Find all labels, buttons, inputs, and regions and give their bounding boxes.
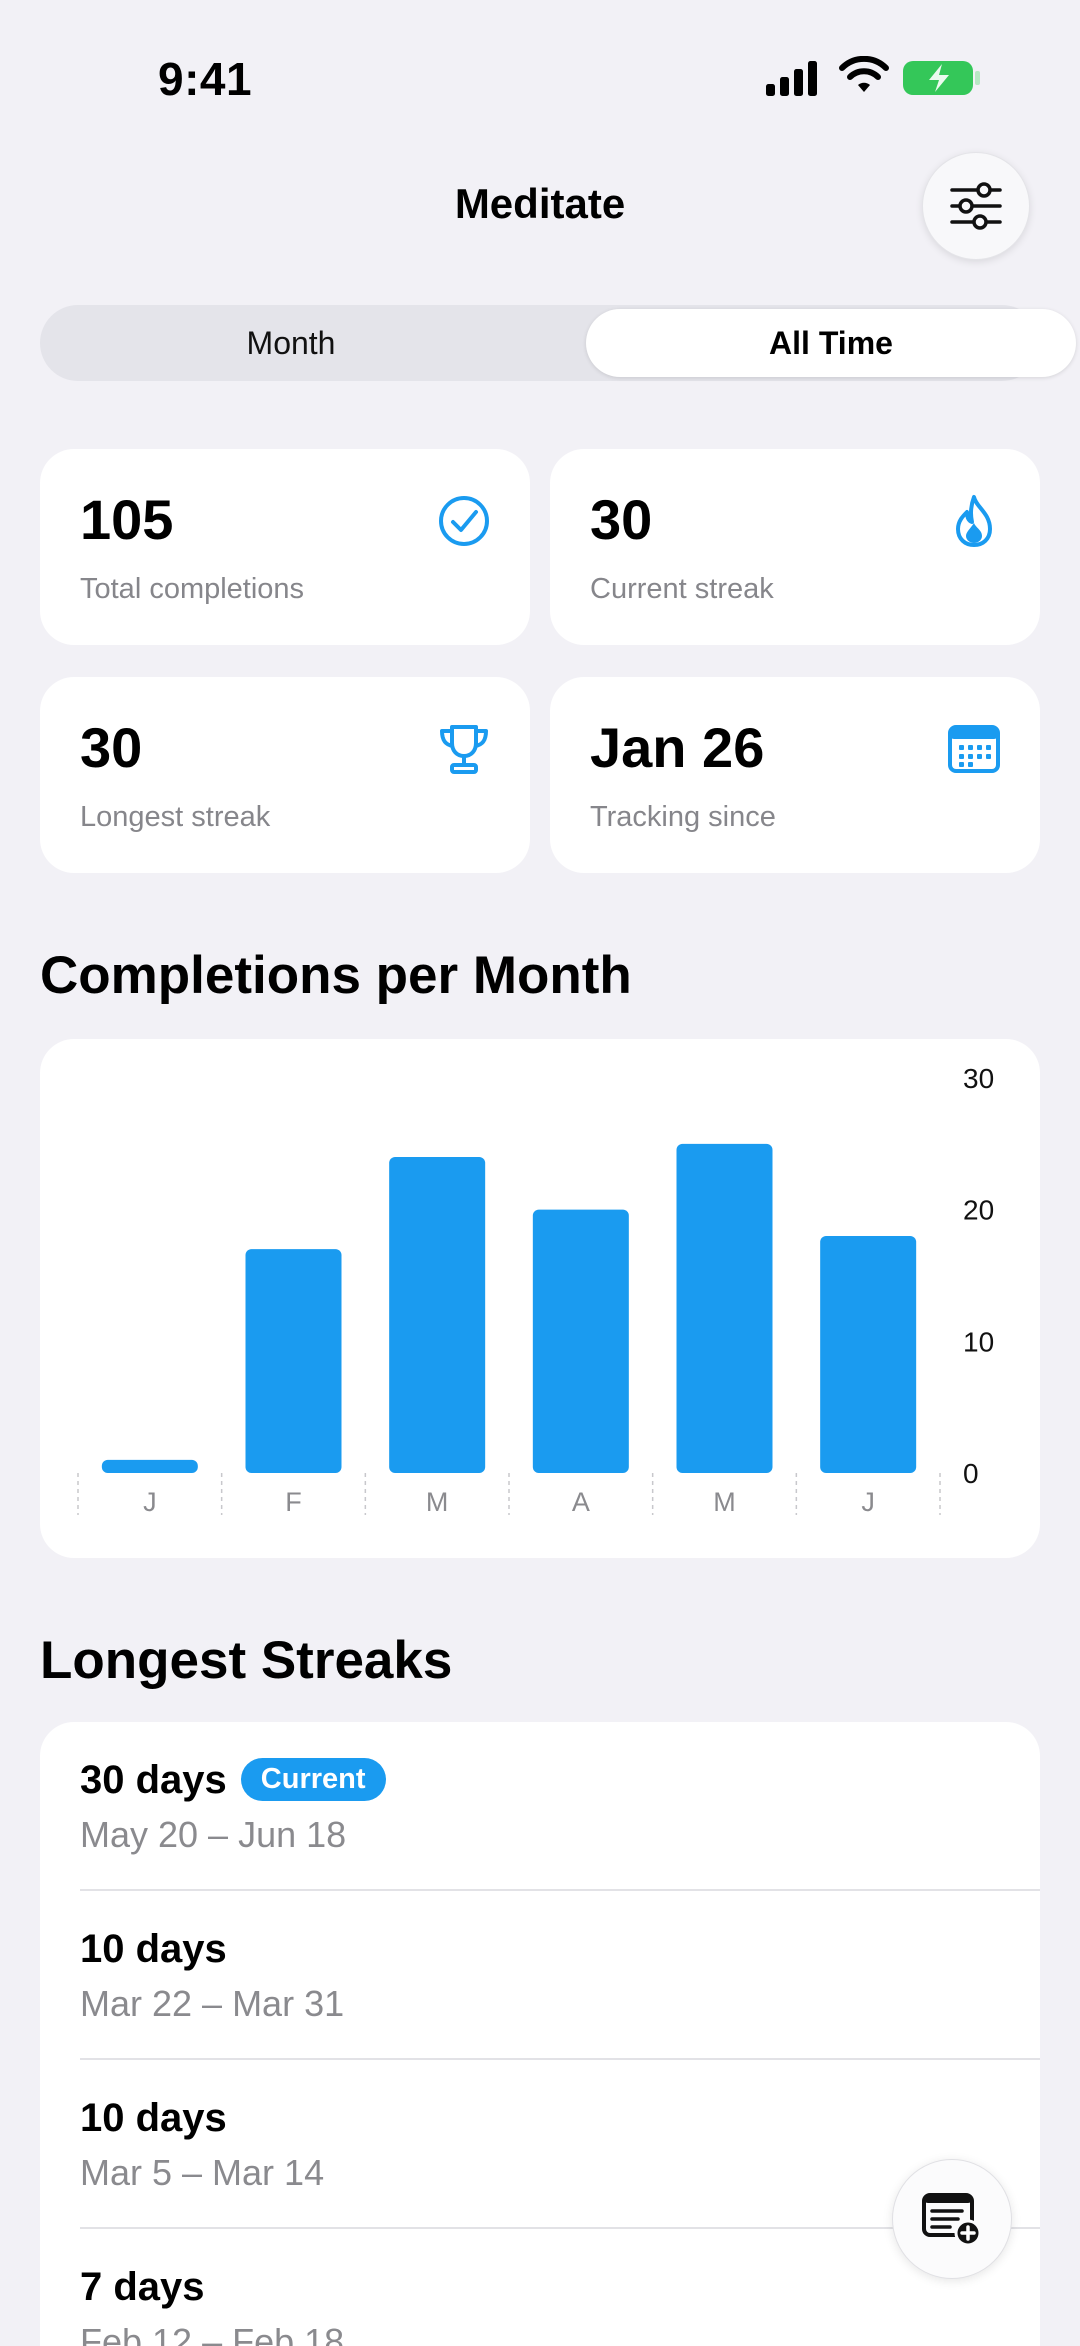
segment-month[interactable]: Month (44, 309, 538, 377)
y-tick-label: 30 (963, 1063, 994, 1094)
stat-label: Longest streak (80, 801, 271, 833)
streaks-section-title: Longest Streaks (40, 1631, 453, 1690)
chart-section-title: Completions per Month (40, 946, 632, 1005)
chart-bar[interactable] (676, 1143, 773, 1473)
sliders-icon (950, 182, 1002, 230)
chart-bar[interactable] (101, 1459, 198, 1473)
chart-bar[interactable] (245, 1249, 342, 1473)
wifi-icon (839, 56, 889, 92)
chart-bar[interactable] (820, 1236, 917, 1473)
checkmark-circle-icon (439, 496, 489, 546)
streaks-list: 30 days Current May 20 – Jun 18 10 days M… (40, 1722, 1040, 2346)
streak-days: 7 days (80, 2265, 205, 2309)
streak-range: May 20 – Jun 18 (80, 1814, 347, 1855)
stat-value: Jan 26 (590, 716, 765, 779)
page-title: Meditate (454, 180, 626, 227)
streak-days-text: 30 days (80, 1758, 227, 1802)
streak-row[interactable]: 10 days Mar 22 – Mar 31 (40, 1891, 1040, 2060)
x-tick-label: A (572, 1487, 590, 1517)
cellular-signal-icon (766, 61, 817, 96)
add-note-button[interactable] (892, 2159, 1012, 2279)
trophy-icon (440, 725, 488, 774)
streak-row[interactable]: 7 days Feb 12 – Feb 18 (40, 2229, 1040, 2346)
streak-range: Mar 22 – Mar 31 (80, 1983, 345, 2024)
x-tick-label: M (426, 1487, 449, 1517)
x-tick-label: F (285, 1487, 302, 1517)
y-tick-label: 0 (963, 1458, 979, 1489)
stat-value: 30 (590, 488, 653, 551)
add-note-icon (922, 2193, 982, 2247)
flame-icon (956, 495, 992, 547)
completions-bar-chart: J F M A M J 0 10 20 30 (77, 1063, 994, 1517)
stat-label: Total completions (80, 573, 305, 605)
stat-label: Tracking since (590, 801, 776, 833)
stat-card-longest-streak: 30 Longest streak (40, 677, 530, 873)
chart-bar[interactable] (389, 1157, 486, 1473)
calendar-icon (948, 725, 1000, 773)
time-range-segmented-control: Month All Time (40, 305, 1076, 381)
x-tick-label: J (861, 1487, 875, 1517)
x-tick-label: J (143, 1487, 157, 1517)
status-bar: 9:41 (0, 0, 1080, 150)
completions-chart-card: J F M A M J 0 10 20 30 (40, 1039, 1040, 1558)
streak-days: 10 days (80, 1927, 227, 1971)
status-time: 9:41 (158, 53, 253, 105)
stat-value: 105 (80, 488, 174, 551)
x-tick-label: M (713, 1487, 736, 1517)
streak-range: Mar 5 – Mar 14 (80, 2152, 325, 2193)
streak-range: Feb 12 – Feb 18 (80, 2321, 345, 2346)
chart-bar[interactable] (532, 1209, 629, 1473)
stat-card-total-completions: 105 Total completions (40, 449, 530, 645)
stat-value: 30 (80, 716, 143, 779)
streak-days: 30 days Current (80, 1758, 386, 1803)
segment-all-time[interactable]: All Time (586, 309, 1076, 377)
streak-row[interactable]: 30 days Current May 20 – Jun 18 (40, 1722, 1040, 1891)
y-tick-label: 20 (963, 1195, 994, 1226)
y-tick-label: 10 (963, 1326, 994, 1357)
battery-charging-icon (903, 61, 980, 95)
streak-row[interactable]: 10 days Mar 5 – Mar 14 (40, 2060, 1040, 2229)
stat-card-tracking-since: Jan 26 Tracking since (550, 677, 1040, 873)
stat-card-current-streak: 30 Current streak (550, 449, 1040, 645)
current-badge: Current (240, 1758, 386, 1801)
filter-button[interactable] (922, 152, 1030, 260)
streak-days: 10 days (80, 2096, 227, 2140)
stat-label: Current streak (590, 573, 774, 605)
